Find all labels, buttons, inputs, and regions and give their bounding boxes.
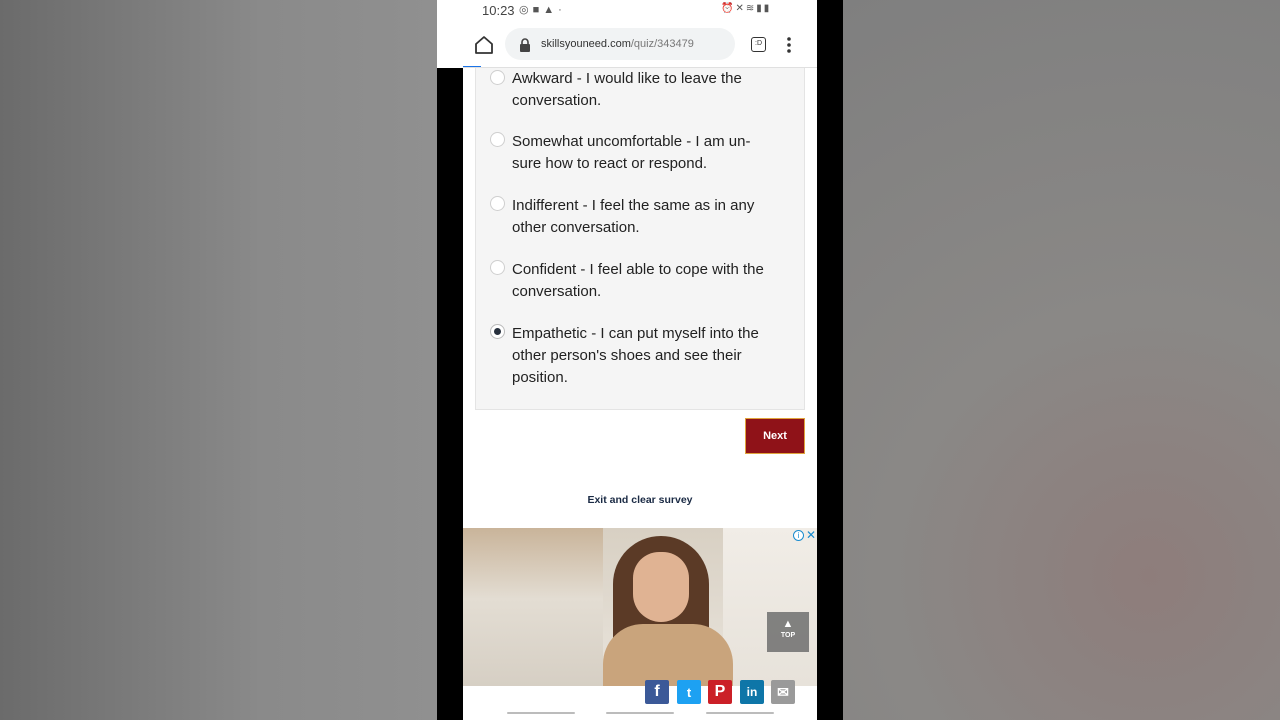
ad-info-icon[interactable]: i <box>793 530 804 541</box>
signal-icon: ▮ <box>756 3 764 14</box>
option-label: Indifferent - I feel the same as in any … <box>512 197 755 236</box>
url-toolbar: skillsyouneed.com/quiz/343479 :D <box>437 22 817 68</box>
letterbox-right <box>817 0 843 720</box>
alarm-icon: ⏰ <box>721 3 736 14</box>
wifi-icon: ≋ <box>745 3 757 14</box>
mute-icon: ✕ <box>735 3 746 14</box>
email-share-icon[interactable]: ✉ <box>771 680 795 704</box>
gesture-bar-right <box>706 712 774 714</box>
video-icon: ■ <box>532 4 544 16</box>
ad-close-icon[interactable]: ✕ <box>806 528 816 542</box>
home-icon[interactable] <box>473 34 495 56</box>
option-label: Confident - I feel able to cope with the… <box>512 261 764 300</box>
radio-button[interactable] <box>490 196 505 211</box>
pinterest-share-icon[interactable]: P <box>708 680 732 704</box>
url-path: /quiz/343479 <box>630 38 694 50</box>
ad-person-face <box>633 552 689 622</box>
exit-survey-link[interactable]: Exit and clear survey <box>463 494 817 506</box>
warning-icon: ▲ <box>543 4 559 16</box>
option-label: Awkward - I would like to leave the conv… <box>512 70 742 109</box>
facebook-share-icon[interactable]: f <box>645 680 669 704</box>
radio-button[interactable] <box>490 70 505 85</box>
quiz-options-card: Awkward - I would like to leave the conv… <box>475 60 805 410</box>
toolbar-divider <box>463 67 817 68</box>
ad-background-shelves <box>463 528 603 686</box>
next-button[interactable]: Next <box>745 418 805 454</box>
more-options-icon[interactable] <box>787 36 791 54</box>
notification-icons: ◎■▲· <box>519 3 566 16</box>
option-label: Empathetic - I can put myself into the o… <box>512 325 759 386</box>
phone-frame: Awkward - I would like to leave the conv… <box>437 0 843 720</box>
battery-icon: ▮ <box>763 3 772 14</box>
phone-screen: Awkward - I would like to leave the conv… <box>463 0 817 720</box>
radio-button[interactable] <box>490 132 505 147</box>
video-background-right <box>843 0 1280 720</box>
twitter-share-icon[interactable]: t <box>677 680 701 704</box>
lock-icon <box>520 38 530 52</box>
ad-person-body <box>603 624 733 686</box>
video-background-left <box>0 0 437 720</box>
dot-icon: · <box>558 4 566 16</box>
status-bar: 10:23 ◎■▲· ⏰✕≋▮▮ <box>437 0 817 22</box>
browser-chrome: 10:23 ◎■▲· ⏰✕≋▮▮ skillsyouneed.com/quiz/… <box>437 0 817 68</box>
option-label: Somewhat uncomfortable - I am un-sure ho… <box>512 133 751 172</box>
system-icons: ⏰✕≋▮▮ <box>721 3 771 14</box>
linkedin-share-icon[interactable]: in <box>740 680 764 704</box>
radio-button[interactable] <box>490 260 505 275</box>
whatsapp-icon: ◎ <box>519 4 533 16</box>
top-label: TOP <box>780 632 796 639</box>
tab-switcher-icon[interactable]: :D <box>751 37 766 52</box>
status-time: 10:23 <box>482 3 515 18</box>
back-to-top-button[interactable]: ▲ TOP <box>767 612 809 652</box>
radio-button-selected[interactable] <box>490 324 505 339</box>
url-text[interactable]: skillsyouneed.com/quiz/343479 <box>541 38 694 50</box>
letterbox-left <box>437 0 463 720</box>
chevron-up-icon: ▲ <box>782 618 794 630</box>
gesture-bar-center <box>606 712 674 714</box>
advertisement-banner[interactable]: i ✕ ▲ TOP <box>463 528 817 686</box>
url-domain: skillsyouneed.com <box>541 38 631 50</box>
gesture-bar-left <box>507 712 575 714</box>
ad-background-window <box>723 528 817 686</box>
